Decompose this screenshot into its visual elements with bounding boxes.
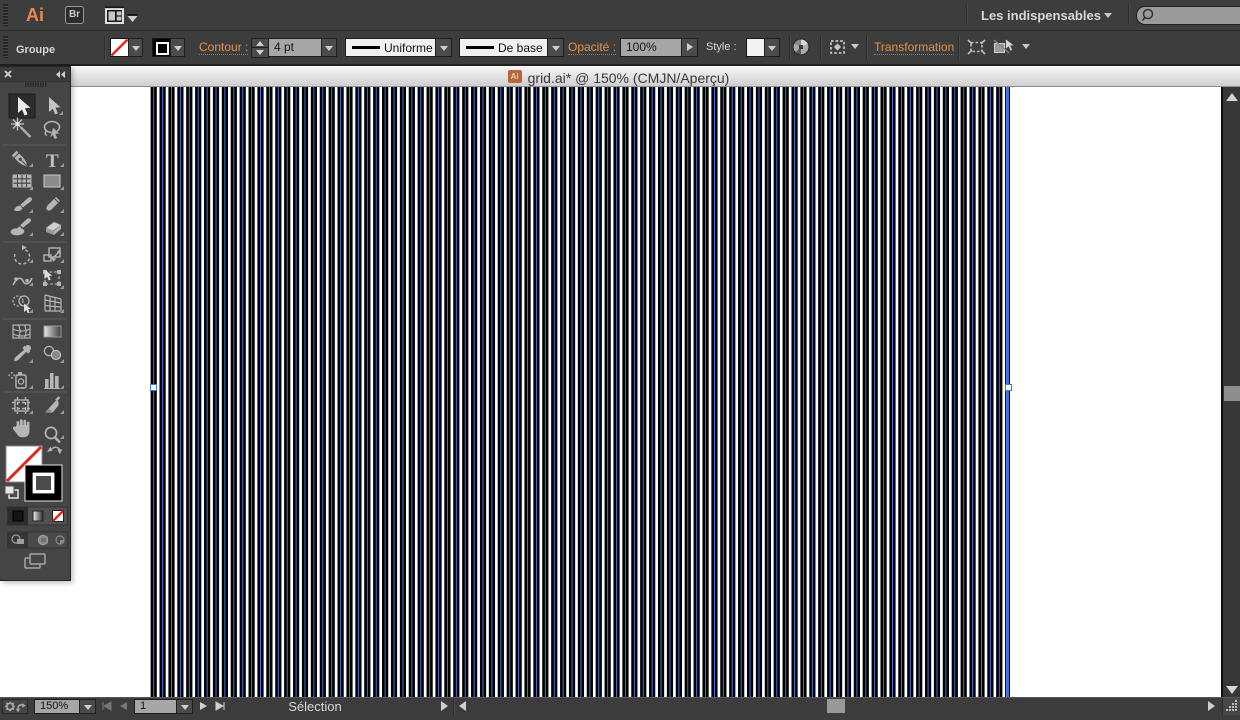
svg-text:T: T [46, 151, 59, 172]
